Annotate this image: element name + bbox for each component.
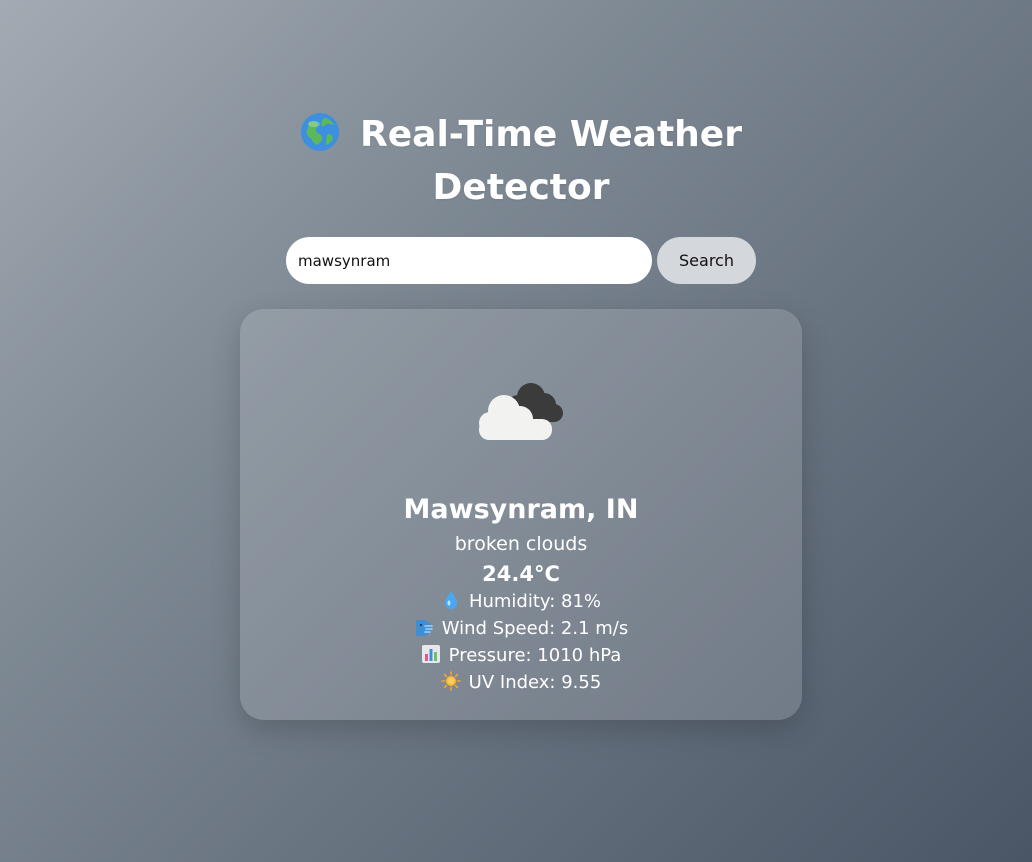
title-line-2: Detector [432,167,610,208]
page-title: Real-Time Weather Detector [0,108,1032,214]
city-name: Mawsynram, IN [403,494,639,525]
pressure-row: Pressure: 1010 hPa [240,644,802,668]
globe-icon [301,113,340,151]
temperature: 24.4°C [482,562,560,586]
broken-clouds-icon [479,383,563,440]
search-input[interactable] [286,237,652,284]
search-bar: Search [286,237,756,284]
droplet-icon [444,591,457,609]
wind-text: Wind Speed: 2.1 m/s [441,618,629,639]
title-text-1: Real-Time Weather [360,114,742,155]
weather-card: Mawsynram, IN broken clouds 24.4°C Humid… [240,309,802,720]
weather-description: broken clouds [454,533,588,555]
uv-row: UV Index: 9.55 [240,671,802,695]
uv-text: UV Index: 9.55 [468,672,602,693]
wind-face-icon [415,620,433,636]
sun-icon [440,671,461,691]
pressure-text: Pressure: 1010 hPa [448,645,622,666]
search-button[interactable]: Search [657,237,756,284]
bar-chart-icon [421,645,440,663]
humidity-row: Humidity: 81% [240,590,802,614]
title-line-1: Real-Time Weather [0,108,1032,161]
humidity-text: Humidity: 81% [468,591,602,612]
wind-row: Wind Speed: 2.1 m/s [240,617,802,641]
